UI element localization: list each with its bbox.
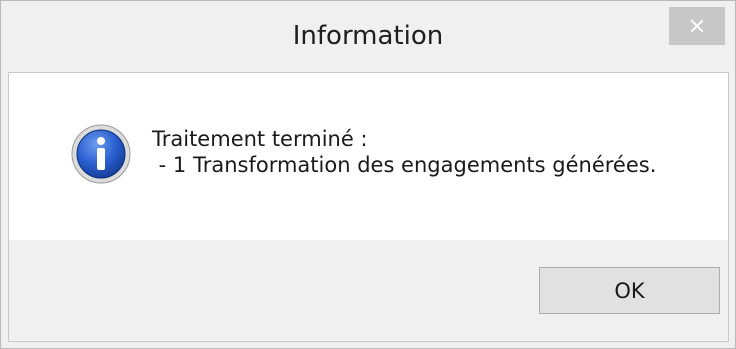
dialog-content: Traitement terminé : - 1 Transformation …	[8, 72, 729, 342]
message-line-1: Traitement terminé :	[152, 127, 368, 151]
info-icon	[71, 124, 131, 184]
ok-button[interactable]: OK	[539, 267, 720, 314]
dialog-title: Information	[292, 21, 444, 51]
close-button[interactable]	[669, 7, 725, 45]
message-text: Traitement terminé : - 1 Transformation …	[152, 126, 656, 178]
information-dialog: Information Traitement terminé: - 1 Tra…	[0, 0, 736, 349]
title-bar[interactable]: Information	[1, 1, 735, 72]
close-icon	[690, 19, 704, 33]
message-line-2: - 1 Transformation des engagements génér…	[152, 153, 657, 177]
message-panel: Traitement terminé : - 1 Transformation …	[9, 73, 728, 240]
